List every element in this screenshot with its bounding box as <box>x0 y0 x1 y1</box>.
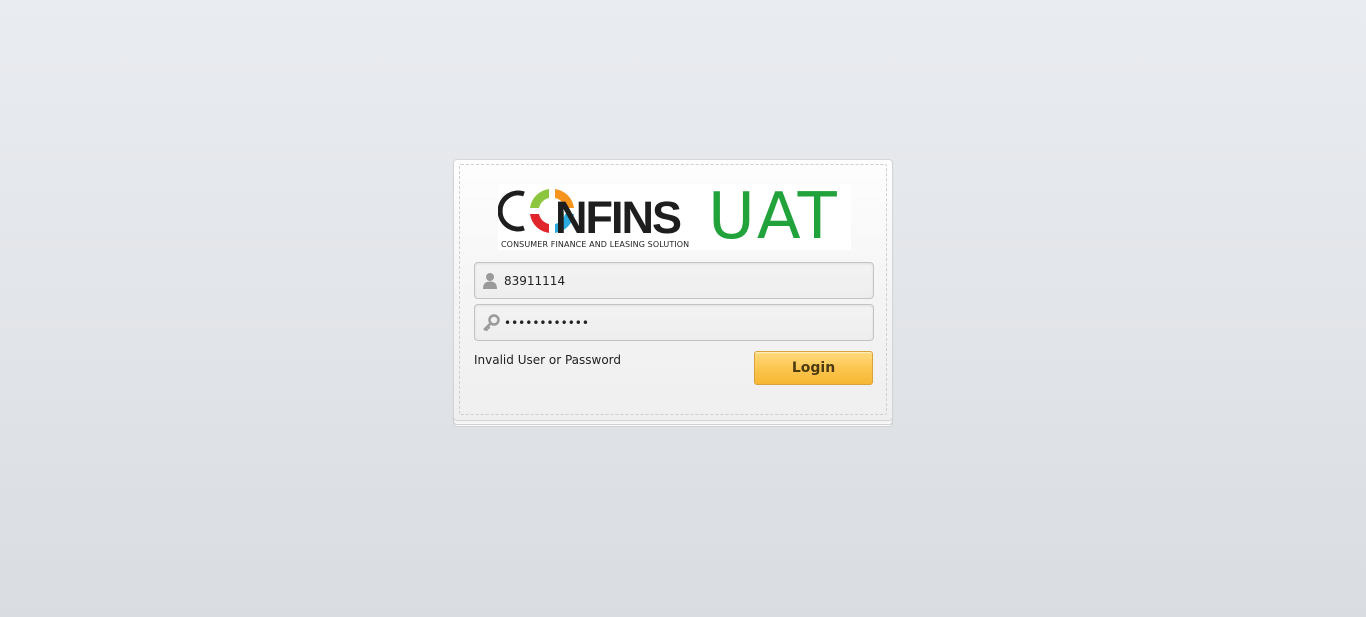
brand-tagline: CONSUMER FINANCE AND LEASING SOLUTION <box>501 240 690 249</box>
confins-logo: NFINS CONSUMER FINANCE AND LEASING SOLUT… <box>498 184 851 250</box>
brand-name: NFINS <box>555 192 682 243</box>
username-field[interactable] <box>474 262 874 299</box>
password-input[interactable] <box>504 305 864 340</box>
password-field[interactable] <box>474 304 874 341</box>
user-icon <box>482 272 498 290</box>
key-icon <box>482 314 500 332</box>
login-button[interactable]: Login <box>754 351 873 385</box>
login-error-message: Invalid User or Password <box>474 353 622 367</box>
login-panel: NFINS CONSUMER FINANCE AND LEASING SOLUT… <box>453 159 893 421</box>
username-input[interactable] <box>504 263 864 298</box>
login-panel-stack: NFINS CONSUMER FINANCE AND LEASING SOLUT… <box>453 159 893 427</box>
environment-label: UAT <box>708 180 839 254</box>
